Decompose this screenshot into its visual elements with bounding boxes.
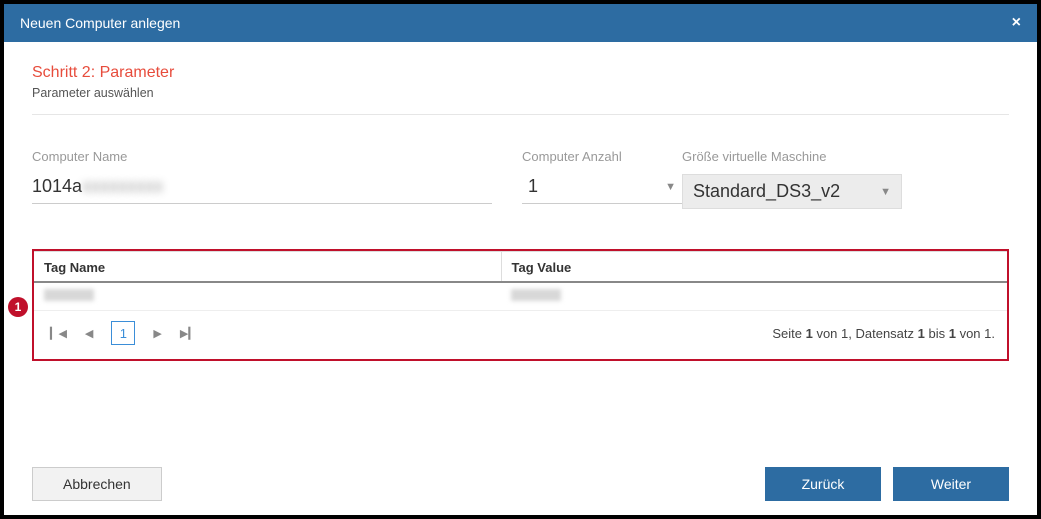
step-subtitle: Parameter auswählen (32, 86, 1009, 100)
col-tag-value[interactable]: Tag Value (501, 252, 1007, 283)
divider (32, 114, 1009, 115)
pager-current-page[interactable]: 1 (111, 321, 135, 345)
tags-table-container: Tag Name Tag Value ▎◀ (32, 249, 1009, 361)
chevron-down-icon: ▼ (665, 181, 676, 193)
tags-table: Tag Name Tag Value ▎◀ (34, 251, 1007, 359)
next-button[interactable]: Weiter (893, 467, 1009, 501)
computer-count-select[interactable]: 1 ▼ (522, 174, 682, 204)
fields-row: Computer Name 1014axxxxxxxxx Computer An… (32, 149, 1009, 209)
cancel-button[interactable]: Abbrechen (32, 467, 162, 501)
vm-size-value: Standard_DS3_v2 (693, 181, 840, 202)
pager-next-icon[interactable]: ▶ (153, 327, 161, 340)
pager-last-icon[interactable]: ▶▎ (180, 327, 197, 340)
pager-info: Seite 1 von 1, Datensatz 1 bis 1 von 1. (772, 326, 995, 341)
field-computer-count: Computer Anzahl 1 ▼ (522, 149, 682, 209)
pager-first-icon[interactable]: ▎◀ (50, 327, 67, 340)
pager: ▎◀ ◀ 1 ▶ ▶▎ Seite 1 von 1, Datensatz 1 b… (50, 321, 995, 345)
annotation-badge: 1 (8, 297, 28, 317)
computer-name-value: 1014a (32, 176, 82, 196)
redacted-cell (511, 289, 561, 301)
table-row[interactable] (34, 282, 1007, 311)
dialog-footer: Abbrechen Zurück Weiter (4, 467, 1037, 515)
redacted-cell (44, 289, 94, 301)
dialog-body: Schritt 2: Parameter Parameter auswählen… (4, 42, 1037, 361)
redacted-text: xxxxxxxxx (82, 176, 163, 196)
col-tag-name[interactable]: Tag Name (34, 252, 501, 283)
computer-name-input[interactable]: 1014axxxxxxxxx (32, 174, 492, 204)
step-title: Schritt 2: Parameter (32, 64, 1009, 82)
computer-count-value: 1 (528, 176, 538, 197)
vm-size-label: Größe virtuelle Maschine (682, 149, 902, 164)
back-button[interactable]: Zurück (765, 467, 881, 501)
chevron-down-icon: ▼ (880, 186, 891, 198)
pager-row: ▎◀ ◀ 1 ▶ ▶▎ Seite 1 von 1, Datensatz 1 b… (34, 311, 1007, 360)
computer-name-label: Computer Name (32, 149, 522, 164)
dialog-title: Neuen Computer anlegen (20, 15, 180, 31)
dialog: Neuen Computer anlegen × Schritt 2: Para… (4, 4, 1037, 515)
vm-size-select[interactable]: Standard_DS3_v2 ▼ (682, 174, 902, 209)
field-computer-name: Computer Name 1014axxxxxxxxx (32, 149, 522, 209)
computer-count-label: Computer Anzahl (522, 149, 682, 164)
close-icon[interactable]: × (1012, 14, 1021, 32)
field-vm-size: Größe virtuelle Maschine Standard_DS3_v2… (682, 149, 902, 209)
dialog-header: Neuen Computer anlegen × (4, 4, 1037, 42)
pager-prev-icon[interactable]: ◀ (85, 327, 93, 340)
annotated-region: 1 Tag Name Tag Value (32, 249, 1009, 361)
